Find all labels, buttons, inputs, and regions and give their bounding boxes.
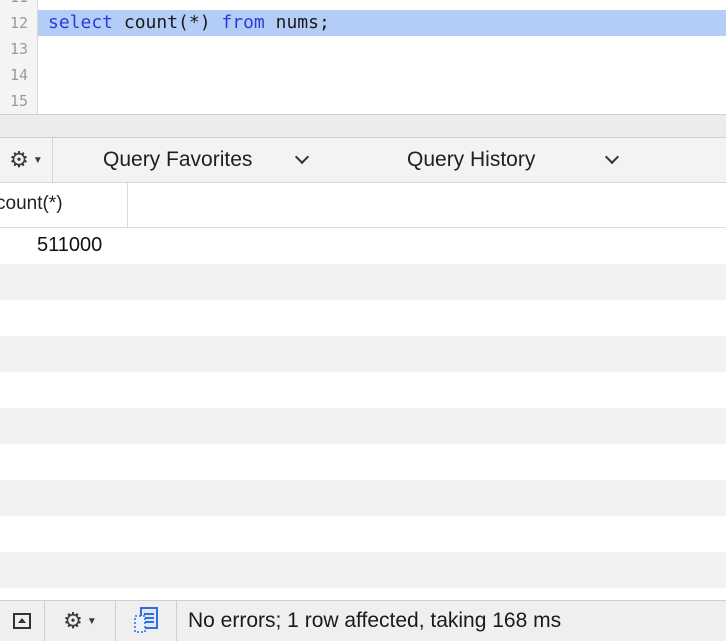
status-bar: ⚙ ▼ No errors; 1 row affected, taking 16… [0, 600, 726, 641]
status-message: No errors; 1 row affected, taking 168 ms [188, 609, 562, 632]
line-number: 11 [0, 0, 28, 6]
line-number-gutter: 11 12 13 14 15 [0, 0, 38, 114]
results-grid[interactable]: 511000 [0, 228, 726, 588]
caret-down-icon: ▼ [86, 615, 97, 627]
line-number: 13 [9, 40, 28, 58]
result-cell[interactable]: 511000 [0, 228, 726, 262]
gear-icon: ⚙ [9, 147, 29, 172]
query-history-button[interactable]: Query History [407, 138, 535, 182]
query-history-label: Query History [407, 148, 536, 171]
query-actions-menu[interactable]: ⚙ ▼ [0, 138, 53, 182]
query-editor[interactable]: 11 12 13 14 15 select count(*) from nums… [0, 0, 726, 114]
empty-row [0, 336, 726, 372]
code-text: select count(*) from nums; [48, 10, 330, 36]
toggle-panel-icon [13, 613, 31, 629]
empty-row [0, 372, 726, 408]
empty-row [0, 444, 726, 480]
sql-token: nums; [264, 12, 330, 33]
console-log-button[interactable] [116, 601, 177, 641]
empty-row [0, 264, 726, 300]
chevron-down-icon[interactable] [294, 149, 310, 165]
table-row[interactable]: 511000 [0, 228, 726, 264]
status-actions-menu[interactable]: ⚙ ▼ [45, 601, 116, 641]
editor-splitter[interactable] [0, 114, 726, 138]
empty-row [0, 300, 726, 336]
query-favorites-label: Query Favorites [103, 148, 253, 171]
gear-icon: ⚙ [63, 608, 83, 633]
empty-row [0, 516, 726, 552]
sql-token: count(*) [113, 12, 222, 33]
line-number: 14 [9, 66, 28, 84]
console-log-icon [134, 607, 158, 633]
query-toolbar: ⚙ ▼ Query Favorites Query History [0, 138, 726, 183]
toggle-panel-button[interactable] [0, 601, 45, 641]
results-header: count(*) [0, 183, 726, 228]
empty-row [0, 552, 726, 588]
chevron-down-icon[interactable] [604, 149, 620, 165]
caret-down-icon: ▼ [32, 154, 43, 166]
empty-row [0, 480, 726, 516]
sql-keyword: from [221, 12, 265, 33]
empty-row [0, 408, 726, 444]
line-number: 12 [9, 14, 28, 32]
code-line-selected[interactable]: select count(*) from nums; [38, 10, 726, 36]
column-header[interactable]: count(*) [0, 183, 128, 227]
query-favorites-button[interactable]: Query Favorites [103, 138, 252, 182]
sql-keyword: select [48, 12, 114, 33]
line-number: 15 [9, 92, 28, 110]
